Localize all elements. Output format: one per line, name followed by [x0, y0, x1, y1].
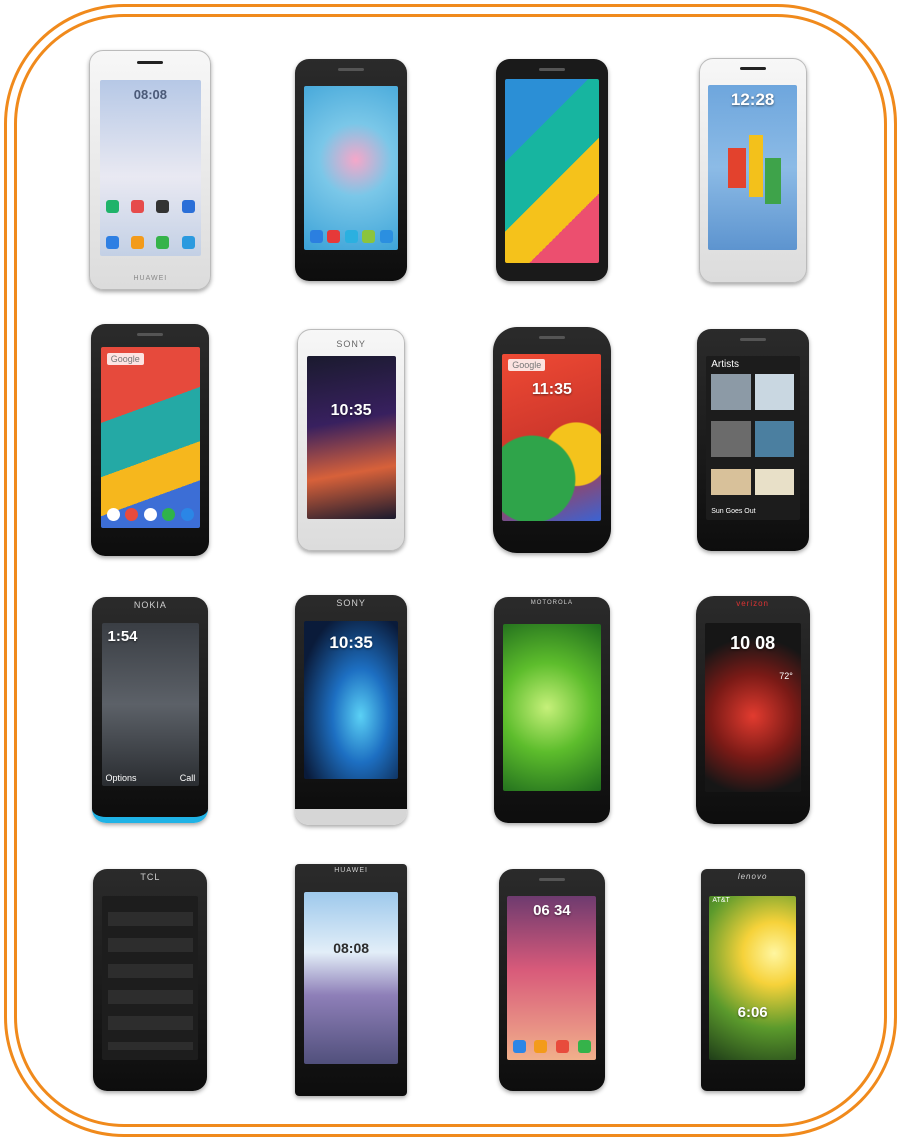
screen-clock: 1:54 [107, 628, 138, 646]
phone-screen [304, 85, 399, 250]
screen-clock: 10:35 [330, 401, 372, 419]
phone-image: Artists Sun Goes Out [696, 329, 809, 551]
phone-screen [503, 624, 601, 792]
phone-grid: 08:08 HUAWEI 12:28 Google SONY 10:35 Goo… [50, 35, 853, 1115]
phone-cell: lenovo AT&T 6:06 [652, 845, 853, 1115]
phone-screen: Google [100, 347, 200, 529]
phone-image: 12:28 [698, 57, 807, 283]
carrier-label: AT&T [712, 897, 730, 905]
phone-screen: 08:08 [99, 79, 201, 256]
phone-image: NOKIA 1:54 Options Call [92, 597, 209, 823]
phone-image: lenovo AT&T 6:06 [700, 869, 805, 1091]
options-label: Options [105, 772, 137, 783]
phone-cell: SONY 10:35 [251, 305, 452, 575]
phone-screen: Artists Sun Goes Out [705, 355, 800, 520]
phone-cell: NOKIA 1:54 Options Call [50, 575, 251, 845]
brand-label: verizon [736, 599, 770, 609]
call-label: Call [179, 772, 196, 783]
phone-cell: TCL [50, 845, 251, 1115]
camera-icon [137, 60, 164, 64]
phone-image: 06 34 [498, 869, 605, 1091]
phone-screen: Google 11:35 [502, 354, 602, 522]
phone-screen: 10:35 [304, 620, 399, 780]
weather-label: 72° [779, 670, 793, 681]
camera-icon [739, 337, 766, 341]
phone-screen: 12:28 [708, 85, 798, 251]
phone-screen [504, 78, 599, 264]
phone-screen: 10 08 72° [704, 623, 801, 793]
phone-cell: Google [50, 305, 251, 575]
phone-image: MOTOROLA [493, 597, 610, 823]
brand-label: HUAWEI [334, 867, 368, 875]
phone-cell: MOTOROLA [452, 575, 653, 845]
phone-screen: 10:35 [306, 356, 396, 520]
camera-icon [338, 67, 365, 71]
phone-image: verizon 10 08 72° [695, 596, 810, 824]
phone-screen: 1:54 Options Call [101, 623, 200, 787]
screen-clock: 10:35 [329, 633, 373, 653]
brand-label: NOKIA [133, 600, 167, 611]
brand-label: MOTOROLA [530, 600, 573, 607]
search-bar-label: Google [508, 359, 546, 372]
brand-label: HUAWEI [133, 274, 168, 282]
phone-screen: 08:08 [304, 891, 399, 1064]
phone-image: HUAWEI 08:08 [295, 864, 408, 1096]
phone-cell [251, 35, 452, 305]
now-playing-label: Sun Goes Out [711, 508, 756, 515]
phone-screen: AT&T 6:06 [708, 895, 797, 1060]
phone-image: SONY 10:35 [297, 329, 406, 551]
camera-icon [137, 333, 164, 337]
phone-image: TCL [93, 869, 208, 1091]
screen-clock: 6:06 [737, 1004, 768, 1022]
phone-cell: SONY 10:35 [251, 575, 452, 845]
phone-cell: Artists Sun Goes Out [652, 305, 853, 575]
phone-cell: verizon 10 08 72° [652, 575, 853, 845]
screen-clock: 12:28 [730, 90, 775, 110]
search-bar-label: Google [106, 352, 144, 365]
phone-cell: 12:28 [652, 35, 853, 305]
phone-cell [452, 35, 653, 305]
brand-label: SONY [336, 598, 366, 609]
phone-cell: HUAWEI 08:08 [251, 845, 452, 1115]
phone-image: Google 11:35 [492, 327, 611, 553]
phone-screen [102, 895, 199, 1060]
camera-icon [538, 67, 565, 71]
brand-label: SONY [336, 338, 366, 349]
screen-clock: 11:35 [531, 380, 572, 398]
phone-cell: Google 11:35 [452, 305, 653, 575]
phone-image: 08:08 HUAWEI [89, 50, 212, 290]
phone-image [295, 59, 408, 281]
phone-screen: 06 34 [507, 895, 597, 1060]
phone-cell: 08:08 HUAWEI [50, 35, 251, 305]
screen-title: Artists [711, 358, 739, 370]
screen-clock: 08:08 [333, 939, 370, 956]
screen-clock: 08:08 [133, 86, 167, 102]
camera-icon [739, 67, 766, 71]
screen-clock: 10 08 [730, 633, 776, 654]
phone-cell: 06 34 [452, 845, 653, 1115]
camera-icon [538, 336, 565, 340]
phone-image: Google [91, 324, 210, 556]
brand-label: lenovo [737, 872, 768, 882]
camera-icon [538, 877, 565, 881]
phone-image: SONY 10:35 [295, 595, 408, 825]
brand-label: TCL [140, 872, 161, 883]
screen-clock: 06 34 [533, 902, 571, 920]
phone-image [495, 59, 608, 281]
